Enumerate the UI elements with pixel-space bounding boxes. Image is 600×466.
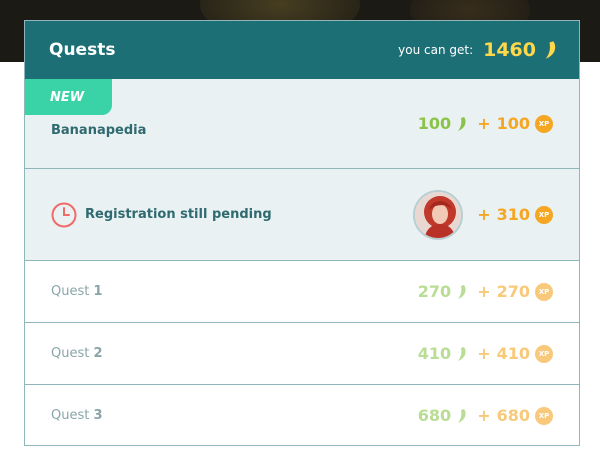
- quest-rewards: 680 + 680 XP: [418, 406, 553, 425]
- quest-label: Quest: [51, 284, 94, 299]
- quest-rewards: 410 + 410 XP: [418, 344, 553, 363]
- panel-title: Quests: [49, 40, 116, 60]
- banana-reward: 680: [418, 406, 467, 425]
- banana-icon: [458, 346, 466, 361]
- banana-icon: [545, 41, 556, 59]
- you-can-get-label: you can get:: [398, 43, 474, 57]
- banana-reward: 410: [418, 344, 467, 363]
- banana-icon: [458, 408, 466, 423]
- new-badge: NEW: [25, 79, 112, 115]
- plus-sign: +: [477, 344, 491, 363]
- avatar: [413, 189, 464, 240]
- xp-amount: 270: [496, 282, 530, 301]
- banana-amount: 270: [417, 282, 452, 301]
- quest-name: Quest 3: [51, 408, 103, 423]
- quest-number: 1: [93, 284, 103, 299]
- total-reward: you can get: 1460: [398, 39, 557, 61]
- total-bananas: 1460: [483, 39, 536, 61]
- quests-panel: Quests you can get: 1460 NEW Bananapedia…: [24, 20, 580, 446]
- plus-sign: +: [477, 406, 491, 425]
- quest-name: Quest 1: [51, 284, 103, 299]
- quest-name: Bananapedia: [51, 123, 147, 138]
- quest-label: Quest: [51, 346, 94, 361]
- quest-row-1[interactable]: Quest 1 270 + 270 XP: [25, 260, 579, 322]
- plus-sign: +: [477, 205, 491, 224]
- banana-icon: [458, 284, 466, 299]
- banana-icon: [458, 116, 466, 131]
- banana-amount: 410: [417, 344, 452, 363]
- xp-coin-icon: XP: [535, 344, 553, 363]
- quest-name: Quest 2: [51, 346, 103, 361]
- pending-label-group: Registration still pending: [51, 202, 272, 228]
- banana-reward: 100: [418, 114, 467, 133]
- xp-amount: 680: [496, 406, 530, 425]
- quest-row-2[interactable]: Quest 2 410 + 410 XP: [25, 322, 579, 384]
- quest-name: Registration still pending: [85, 207, 272, 222]
- xp-coin-icon: XP: [535, 282, 553, 301]
- quest-row-3[interactable]: Quest 3 680 + 680 XP: [25, 384, 579, 445]
- plus-sign: +: [477, 114, 491, 133]
- quest-label: Quest: [51, 408, 94, 423]
- quest-number: 2: [93, 346, 103, 361]
- quest-rewards: + 310 XP: [413, 189, 553, 240]
- xp-coin-icon: XP: [535, 406, 553, 425]
- banana-amount: 680: [417, 406, 452, 425]
- banana-reward: 270: [418, 282, 467, 301]
- banana-amount: 100: [417, 114, 452, 133]
- xp-amount: 100: [496, 114, 530, 133]
- xp-coin-icon: XP: [535, 114, 553, 133]
- quest-rewards: 270 + 270 XP: [418, 282, 553, 301]
- quests-header: Quests you can get: 1460: [25, 21, 579, 79]
- quest-row-bananapedia[interactable]: NEW Bananapedia 100 + 100 XP: [25, 79, 579, 168]
- xp-amount: 310: [496, 205, 530, 224]
- quest-rewards: 100 + 100 XP: [418, 114, 553, 133]
- xp-coin-icon: XP: [535, 205, 553, 224]
- quest-row-registration[interactable]: Registration still pending + 310 XP: [25, 168, 579, 260]
- plus-sign: +: [477, 282, 491, 301]
- quest-number: 3: [93, 408, 103, 423]
- xp-amount: 410: [496, 344, 530, 363]
- clock-icon: [51, 202, 77, 227]
